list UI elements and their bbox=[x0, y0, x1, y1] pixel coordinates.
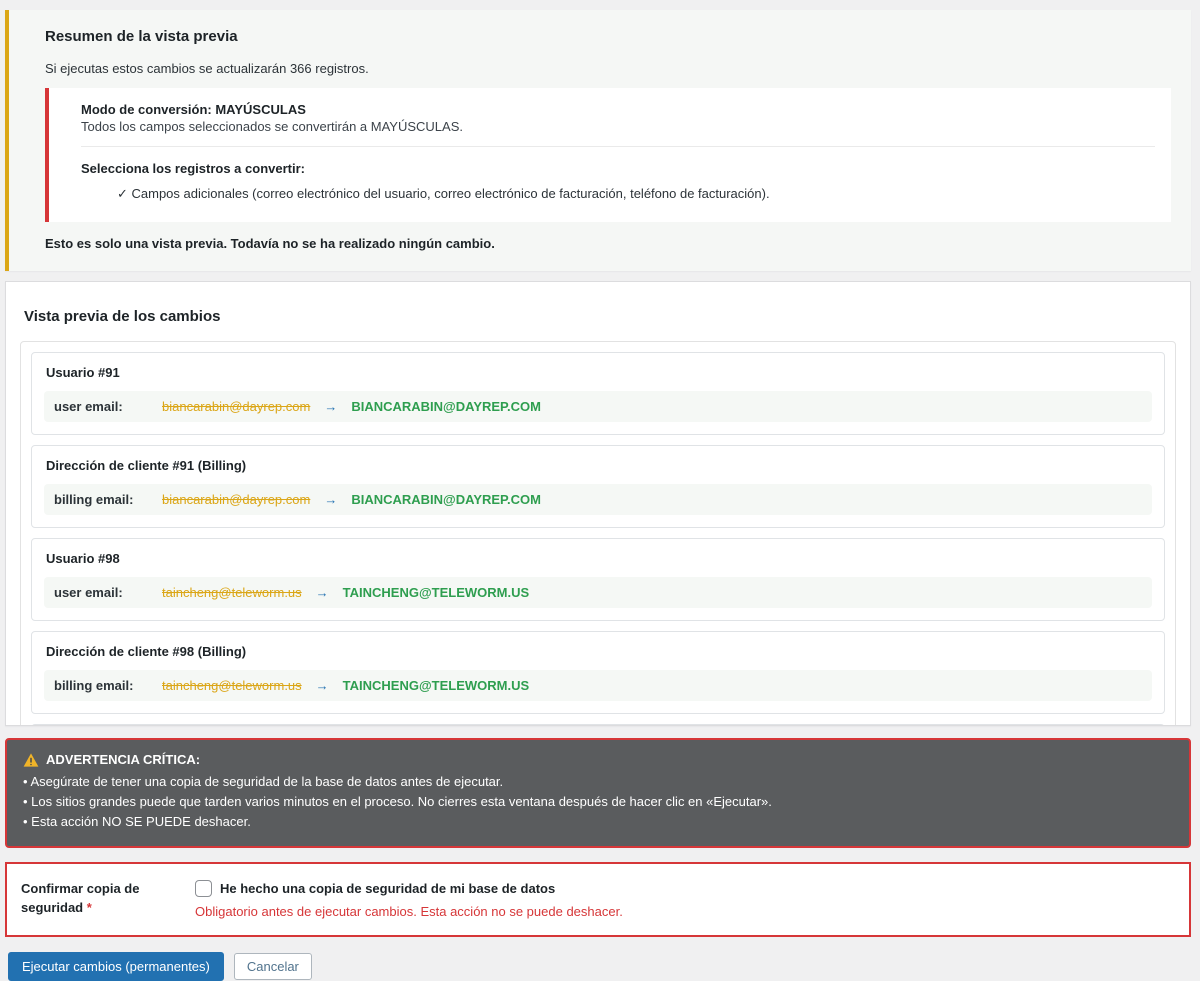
targets-title: Selecciona los registros a convertir: bbox=[81, 161, 1155, 176]
targets-selected-item: ✓ Campos adicionales (correo electrónico… bbox=[117, 186, 1155, 202]
field-label: billing email: bbox=[54, 678, 162, 693]
record-change-row: user email: taincheng@teleworm.us → TAIN… bbox=[44, 577, 1152, 608]
changes-preview-title: Vista previa de los cambios bbox=[20, 308, 1176, 325]
arrow-right-icon: → bbox=[324, 492, 337, 507]
conversion-mode-description: Todos los campos seleccionados se conver… bbox=[81, 119, 1155, 134]
backup-required-help-text: Obligatorio antes de ejecutar cambios. E… bbox=[195, 904, 1175, 919]
field-label: user email: bbox=[54, 399, 162, 414]
record-card: Usuario #98 user email: taincheng@telewo… bbox=[31, 538, 1165, 621]
record-title: Usuario #98 bbox=[44, 551, 1152, 566]
record-card: Usuario #58 user email: thomasagnew@dayr… bbox=[31, 724, 1165, 726]
new-value: BIANCARABIN@DAYREP.COM bbox=[351, 492, 541, 507]
old-value: biancarabin@dayrep.com bbox=[162, 492, 310, 507]
record-title: Dirección de cliente #91 (Billing) bbox=[44, 458, 1152, 473]
backup-confirm-label-text: Confirmar copia de seguridad bbox=[21, 881, 139, 914]
arrow-right-icon: → bbox=[316, 678, 329, 693]
arrow-right-icon: → bbox=[316, 585, 329, 600]
preview-summary-panel: Resumen de la vista previa Si ejecutas e… bbox=[5, 10, 1191, 271]
backup-confirm-panel: Confirmar copia de seguridad * He hecho … bbox=[5, 862, 1191, 937]
old-value: taincheng@teleworm.us bbox=[162, 678, 302, 693]
record-title: Usuario #91 bbox=[44, 365, 1152, 380]
record-change-row: billing email: taincheng@teleworm.us → T… bbox=[44, 670, 1152, 701]
cancel-button[interactable]: Cancelar bbox=[234, 953, 312, 980]
backup-checkbox-row: He hecho una copia de seguridad de mi ba… bbox=[195, 880, 1175, 897]
mode-separator bbox=[81, 146, 1155, 147]
changes-preview-panel: Vista previa de los cambios Usuario #91 … bbox=[5, 281, 1191, 726]
warning-title-text: ADVERTENCIA CRÍTICA: bbox=[46, 752, 200, 767]
records-list: Usuario #91 user email: biancarabin@dayr… bbox=[20, 341, 1176, 726]
backup-confirm-controls: He hecho una copia de seguridad de mi ba… bbox=[195, 880, 1175, 919]
record-change-row: billing email: biancarabin@dayrep.com → … bbox=[44, 484, 1152, 515]
arrow-right-icon: → bbox=[324, 399, 337, 414]
backup-confirm-label: Confirmar copia de seguridad * bbox=[21, 880, 195, 919]
required-asterisk: * bbox=[87, 900, 92, 915]
actions-row: Ejecutar cambios (permanentes) Cancelar bbox=[5, 952, 1191, 981]
backup-checkbox[interactable] bbox=[195, 880, 212, 897]
warning-title-row: ADVERTENCIA CRÍTICA: bbox=[23, 752, 1173, 767]
new-value: TAINCHENG@TELEWORM.US bbox=[343, 678, 529, 693]
old-value: taincheng@teleworm.us bbox=[162, 585, 302, 600]
record-change-row: user email: biancarabin@dayrep.com → BIA… bbox=[44, 391, 1152, 422]
summary-intro-text: Si ejecutas estos cambios se actualizará… bbox=[45, 61, 1171, 76]
record-title: Dirección de cliente #98 (Billing) bbox=[44, 644, 1152, 659]
field-label: user email: bbox=[54, 585, 162, 600]
new-value: TAINCHENG@TELEWORM.US bbox=[343, 585, 529, 600]
field-label: billing email: bbox=[54, 492, 162, 507]
critical-warning-panel: ADVERTENCIA CRÍTICA: Asegúrate de tener … bbox=[5, 738, 1191, 848]
new-value: BIANCARABIN@DAYREP.COM bbox=[351, 399, 541, 414]
conversion-mode-box: Modo de conversión: MAYÚSCULAS Todos los… bbox=[45, 88, 1171, 222]
summary-title: Resumen de la vista previa bbox=[45, 28, 1171, 45]
record-card: Usuario #91 user email: biancarabin@dayr… bbox=[31, 352, 1165, 435]
preview-only-note: Esto es solo una vista previa. Todavía n… bbox=[45, 236, 1171, 251]
warning-triangle-icon bbox=[23, 753, 39, 767]
backup-checkbox-label[interactable]: He hecho una copia de seguridad de mi ba… bbox=[220, 881, 555, 896]
old-value: biancarabin@dayrep.com bbox=[162, 399, 310, 414]
execute-changes-button[interactable]: Ejecutar cambios (permanentes) bbox=[8, 952, 224, 981]
warning-item: Asegúrate de tener una copia de segurida… bbox=[23, 772, 1173, 792]
warning-items: Asegúrate de tener una copia de segurida… bbox=[23, 772, 1173, 832]
warning-item: Los sitios grandes puede que tarden vari… bbox=[23, 792, 1173, 812]
record-card: Dirección de cliente #91 (Billing) billi… bbox=[31, 445, 1165, 528]
warning-item: Esta acción NO SE PUEDE deshacer. bbox=[23, 812, 1173, 832]
record-card: Dirección de cliente #98 (Billing) billi… bbox=[31, 631, 1165, 714]
conversion-mode-title: Modo de conversión: MAYÚSCULAS bbox=[81, 102, 1155, 117]
